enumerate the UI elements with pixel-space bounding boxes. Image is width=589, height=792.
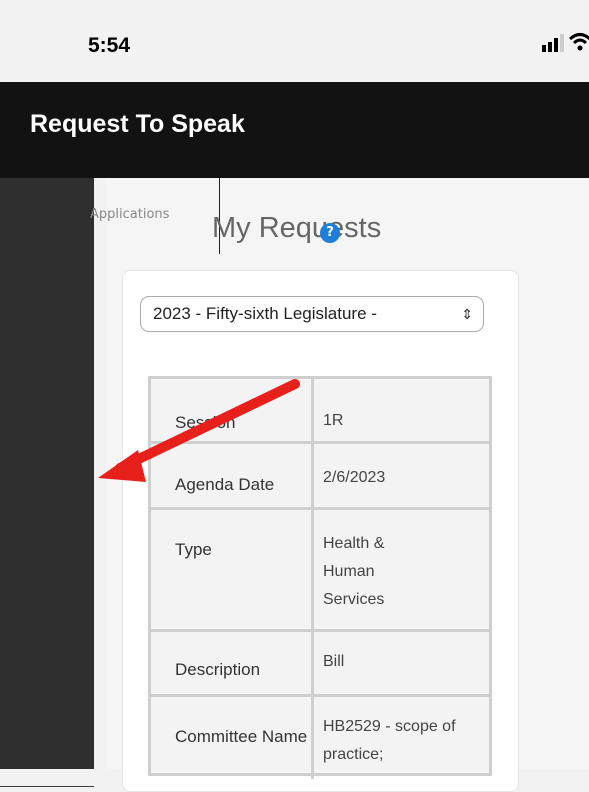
annotation-arrow-icon	[98, 379, 300, 482]
page-title: My Requests	[212, 212, 382, 244]
app-title: Request To Speak	[30, 110, 245, 138]
detail-label: Type	[175, 540, 212, 559]
session-select-value: 2023 - Fifty-sixth Legislature -	[153, 304, 377, 323]
table-row: Committee Name HB2529 - scope of practic…	[151, 697, 489, 776]
detail-value: Bill	[323, 653, 345, 670]
detail-value: Health & Human Services	[323, 535, 385, 608]
help-icon[interactable]: ?	[320, 223, 340, 243]
app-header: Request To Speak	[0, 82, 589, 178]
table-row: Type Health & Human Services	[151, 510, 489, 632]
status-time: 5:54	[88, 34, 131, 57]
chevron-updown-icon: ⇕	[461, 306, 473, 322]
status-bar: 5:54	[0, 0, 589, 82]
detail-value: HB2529 - scope of practice;	[323, 718, 456, 763]
wifi-icon	[569, 33, 589, 51]
detail-value: 1R	[323, 412, 344, 429]
detail-value: 2/6/2023	[323, 469, 386, 486]
table-row: Description Bill	[151, 632, 489, 697]
signal-icon	[542, 34, 564, 52]
session-select[interactable]: 2023 - Fifty-sixth Legislature - ⇕	[140, 296, 484, 332]
detail-label: Description	[175, 660, 261, 679]
sidebar-tooltip-label: Applications	[90, 207, 170, 222]
